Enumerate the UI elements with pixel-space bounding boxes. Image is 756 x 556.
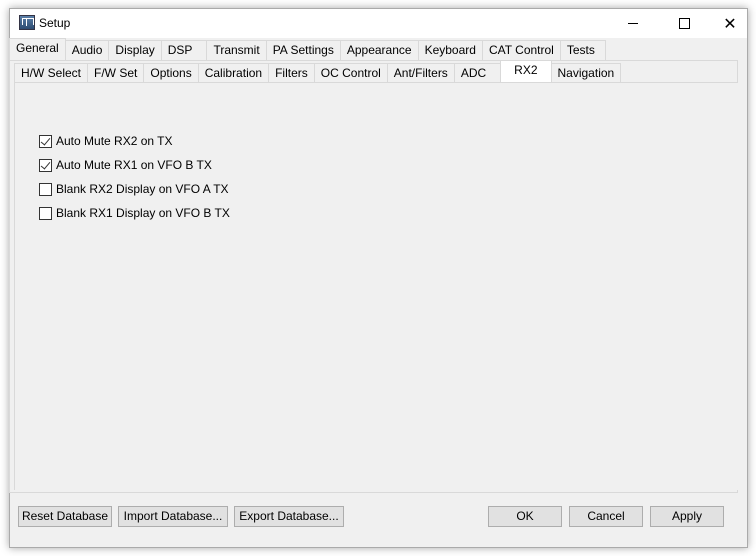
close-button[interactable]: ✕ [707,9,753,38]
checkbox-checked[interactable] [39,158,52,172]
checkbox-label: Auto Mute RX1 on VFO B TX [56,158,212,172]
checkbox-label: Auto Mute RX2 on TX [56,134,173,148]
tab-tests[interactable]: Tests [559,40,606,60]
tab-fw-set[interactable]: F/W Set [87,63,145,82]
checkbox-checked[interactable] [39,134,52,148]
window-title: Setup [39,16,71,30]
auto-mute-rx1-on-vfo-b-tx-checkbox[interactable]: Auto Mute RX1 on VFO B TX [39,157,212,173]
minimize-button[interactable] [610,9,656,38]
apply-button[interactable]: Apply [650,506,724,527]
blank-rx2-display-on-vfo-a-tx-checkbox[interactable]: Blank RX2 Display on VFO A TX [39,181,229,197]
auto-mute-rx2-on-tx-checkbox[interactable]: Auto Mute RX2 on TX [39,133,173,149]
app-icon [19,15,35,30]
tab-rx2[interactable]: RX2 [500,60,552,82]
checkbox-unchecked[interactable] [39,206,52,220]
title-bar[interactable]: Setup ✕ [10,9,747,38]
tab-adc[interactable]: ADC [453,63,502,82]
tab-general[interactable]: General [9,38,66,60]
tab-pa-settings[interactable]: PA Settings [265,40,341,60]
checkbox-label: Blank RX2 Display on VFO A TX [56,182,229,196]
tab-options[interactable]: Options [143,63,199,82]
checkbox-unchecked[interactable] [39,182,52,196]
import-database-button[interactable]: Import Database... [118,506,228,527]
main-tab-strip: General Audio Display DSP Transmit PA Se… [9,38,606,60]
tab-keyboard[interactable]: Keyboard [417,40,483,60]
tab-display[interactable]: Display [108,40,162,60]
tab-transmit[interactable]: Transmit [206,40,267,60]
tab-dsp[interactable]: DSP [160,40,208,60]
tab-cat-control[interactable]: CAT Control [481,40,561,60]
tab-filters[interactable]: Filters [268,63,315,82]
export-database-button[interactable]: Export Database... [234,506,344,527]
checkbox-label: Blank RX1 Display on VFO B TX [56,206,230,220]
cancel-button[interactable]: Cancel [569,506,643,527]
tab-hw-select[interactable]: H/W Select [14,63,89,82]
tab-calibration[interactable]: Calibration [197,63,270,82]
tab-navigation[interactable]: Navigation [550,63,622,82]
tab-appearance[interactable]: Appearance [339,40,419,60]
sub-tab-strip: H/W Select F/W Set Options Calibration F… [14,60,622,82]
blank-rx1-display-on-vfo-b-tx-checkbox[interactable]: Blank RX1 Display on VFO B TX [39,205,230,221]
tab-oc-control[interactable]: OC Control [313,63,388,82]
ok-button[interactable]: OK [488,506,562,527]
tab-ant-filters[interactable]: Ant/Filters [386,63,455,82]
minimize-icon [628,23,638,24]
maximize-icon [678,18,690,29]
close-icon: ✕ [723,13,737,33]
reset-database-button[interactable]: Reset Database [18,506,112,527]
maximize-button[interactable] [661,9,707,38]
tab-audio[interactable]: Audio [64,40,110,60]
